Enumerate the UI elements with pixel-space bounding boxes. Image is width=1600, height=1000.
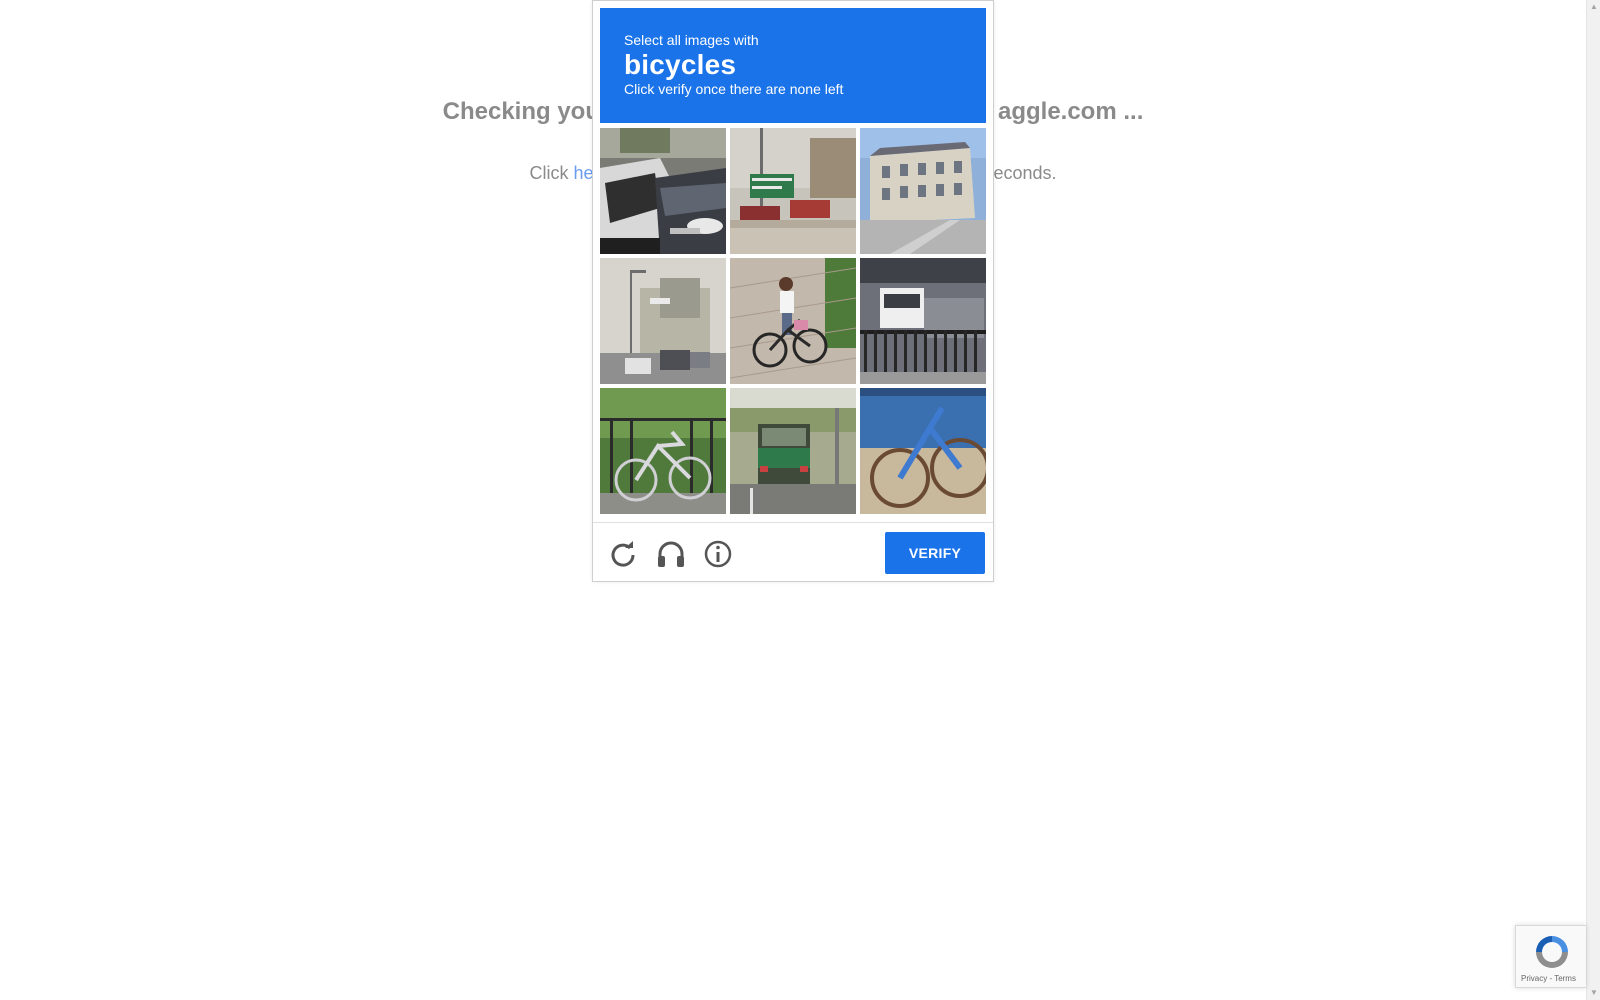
image-tile[interactable] bbox=[730, 388, 856, 514]
challenge-header: Select all images with bicycles Click ve… bbox=[600, 8, 986, 123]
target-object: bicycles bbox=[624, 49, 737, 80]
instruction-text: Select all images with bbox=[624, 32, 759, 48]
vertical-scrollbar[interactable]: ▲ ▼ bbox=[1586, 0, 1600, 1000]
image-tile[interactable] bbox=[600, 388, 726, 514]
recaptcha-logo-icon bbox=[1536, 936, 1568, 968]
privacy-terms-links[interactable]: Privacy - Terms bbox=[1521, 974, 1576, 983]
image-tile[interactable] bbox=[860, 258, 986, 384]
footer-divider bbox=[593, 522, 993, 523]
reload-icon[interactable] bbox=[607, 538, 639, 570]
image-tile[interactable] bbox=[600, 128, 726, 254]
recaptcha-challenge: Select all images with bicycles Click ve… bbox=[592, 0, 994, 582]
recaptcha-badge[interactable]: Privacy - Terms bbox=[1515, 925, 1586, 988]
instruction-subtext: Click verify once there are none left bbox=[624, 81, 844, 97]
image-grid bbox=[600, 128, 986, 516]
headphones-icon[interactable] bbox=[655, 538, 687, 570]
info-icon[interactable] bbox=[702, 538, 734, 570]
scroll-down-arrow-icon[interactable]: ▼ bbox=[1587, 986, 1600, 1000]
image-tile[interactable] bbox=[730, 258, 856, 384]
image-tile[interactable] bbox=[600, 258, 726, 384]
verify-button[interactable]: VERIFY bbox=[885, 532, 985, 574]
here-link[interactable]: he bbox=[573, 163, 593, 183]
image-tile[interactable] bbox=[860, 388, 986, 514]
image-tile[interactable] bbox=[730, 128, 856, 254]
scroll-up-arrow-icon[interactable]: ▲ bbox=[1587, 0, 1600, 14]
image-tile[interactable] bbox=[860, 128, 986, 254]
